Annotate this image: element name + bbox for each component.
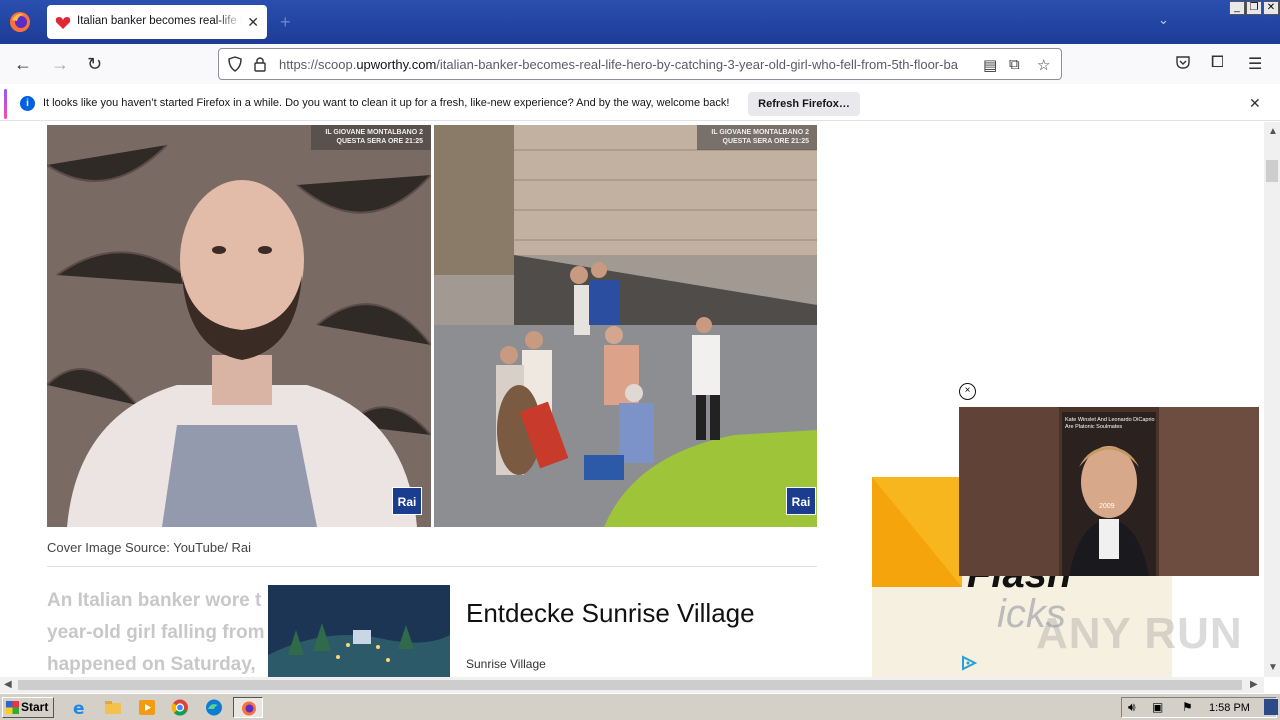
scroll-down-arrow-icon[interactable]: ▼	[1268, 662, 1278, 673]
rai-logo: Rai	[392, 487, 422, 515]
image-caption: Cover Image Source: YouTube/ Rai	[47, 540, 252, 555]
horizontal-scrollbar[interactable]: ◀ ▶	[0, 677, 1264, 693]
video-close-button[interactable]: ×	[959, 383, 976, 400]
tracking-protection-shield-icon[interactable]	[227, 56, 243, 76]
edge-icon[interactable]	[203, 697, 225, 718]
tv-watermark: IL GIOVANE MONTALBANO 2 QUESTA SERA ORE …	[311, 125, 431, 150]
tab-strip: Italian banker becomes real-life hero by…	[0, 0, 1280, 44]
upworthy-favicon-icon	[55, 16, 71, 29]
floating-video-player[interactable]: Kate Winslet And Leonardo DiCaprio Are P…	[959, 407, 1259, 576]
volume-icon[interactable]: 🔊︎	[1128, 700, 1136, 715]
tab-title: Italian banker becomes real-life hero by…	[77, 15, 242, 27]
notification-accent	[4, 89, 7, 119]
scrollbar-thumb[interactable]	[1266, 160, 1278, 182]
notification-bar: i It looks like you haven’t started Fire…	[0, 87, 1280, 121]
scroll-left-arrow-icon[interactable]: ◀	[4, 679, 12, 690]
video-caption: Kate Winslet And Leonardo DiCaprio Are P…	[1065, 417, 1155, 430]
adchoices-icon[interactable]	[960, 655, 978, 671]
svg-text:e: e	[73, 699, 85, 718]
tv-watermark: IL GIOVANE MONTALBANO 2 QUESTA SERA ORE …	[697, 125, 817, 150]
reader-view-icon[interactable]: ▤	[983, 56, 997, 74]
hamburger-menu-icon[interactable]: ☰	[1248, 54, 1262, 74]
media-player-icon[interactable]	[136, 697, 158, 718]
network-icon[interactable]: ▣	[1152, 700, 1163, 714]
article-image-man: IL GIOVANE MONTALBANO 2 QUESTA SERA ORE …	[47, 125, 431, 527]
vertical-scrollbar[interactable]: ▲ ▼	[1264, 122, 1280, 677]
lock-icon[interactable]	[253, 56, 267, 76]
notification-close-icon[interactable]: ✕	[1249, 95, 1261, 112]
file-explorer-icon[interactable]	[102, 697, 124, 718]
picture-in-picture-icon[interactable]: ⧉	[1009, 56, 1020, 73]
rai-logo: Rai	[786, 487, 816, 515]
internet-explorer-icon[interactable]: e	[69, 697, 91, 719]
extensions-icon[interactable]: ⧠	[1211, 54, 1224, 72]
firefox-taskbar-button[interactable]	[233, 697, 263, 718]
notification-message: It looks like you haven’t started Firefo…	[43, 97, 730, 109]
bookmark-star-icon[interactable]: ☆	[1037, 56, 1050, 74]
forward-arrow-icon[interactable]: →	[51, 54, 69, 75]
action-center-flag-icon[interactable]: ⚑	[1182, 700, 1193, 714]
banner-ad-headline[interactable]: Entdecke Sunrise Village	[466, 598, 755, 629]
banner-ad-image	[268, 585, 450, 677]
reload-icon[interactable]: ↻	[87, 54, 102, 75]
list-all-tabs-icon[interactable]: ⌄	[1158, 12, 1169, 28]
browser-tab[interactable]: Italian banker becomes real-life hero by…	[47, 5, 267, 39]
show-desktop-button[interactable]	[1264, 699, 1278, 715]
firefox-icon[interactable]	[8, 10, 32, 34]
minimize-button[interactable]: _	[1229, 1, 1245, 15]
windows-taskbar: Start e 🔊︎ ▣ ⚑ 1:58 PM	[0, 693, 1280, 720]
scroll-right-arrow-icon[interactable]: ▶	[1250, 679, 1258, 690]
video-year-label: 2009	[1099, 503, 1115, 510]
navigation-toolbar: ← → ↻ https://scoop.upworthy.com/italian…	[0, 44, 1280, 84]
pocket-icon[interactable]	[1175, 54, 1191, 75]
banner-ad-sponsor[interactable]: Sunrise Village	[466, 657, 546, 671]
windows-logo-icon	[6, 701, 19, 714]
info-icon: i	[20, 96, 35, 111]
scroll-up-arrow-icon[interactable]: ▲	[1268, 126, 1278, 137]
new-tab-button[interactable]: +	[280, 12, 291, 33]
chrome-icon[interactable]	[169, 697, 191, 718]
tab-close-icon[interactable]: ✕	[247, 14, 259, 31]
article-image-street-scene: IL GIOVANE MONTALBANO 2 QUESTA SERA ORE …	[434, 125, 817, 527]
divider	[47, 566, 817, 567]
url-bar[interactable]: https://scoop.upworthy.com/italian-banke…	[218, 48, 1062, 80]
anyrun-watermark: ANY RUN	[1036, 609, 1243, 658]
back-arrow-icon[interactable]: ←	[14, 54, 32, 75]
refresh-firefox-button[interactable]: Refresh Firefox…	[748, 92, 860, 116]
scrollbar-thumb[interactable]	[18, 680, 1242, 690]
start-button[interactable]: Start	[2, 697, 54, 718]
window-close-button[interactable]: ✕	[1263, 1, 1279, 15]
url-text[interactable]: https://scoop.upworthy.com/italian-banke…	[279, 57, 969, 72]
restore-button[interactable]: ❐	[1246, 1, 1262, 15]
taskbar-clock[interactable]: 1:58 PM	[1209, 702, 1250, 714]
system-tray: 🔊︎ ▣ ⚑	[1121, 697, 1277, 718]
